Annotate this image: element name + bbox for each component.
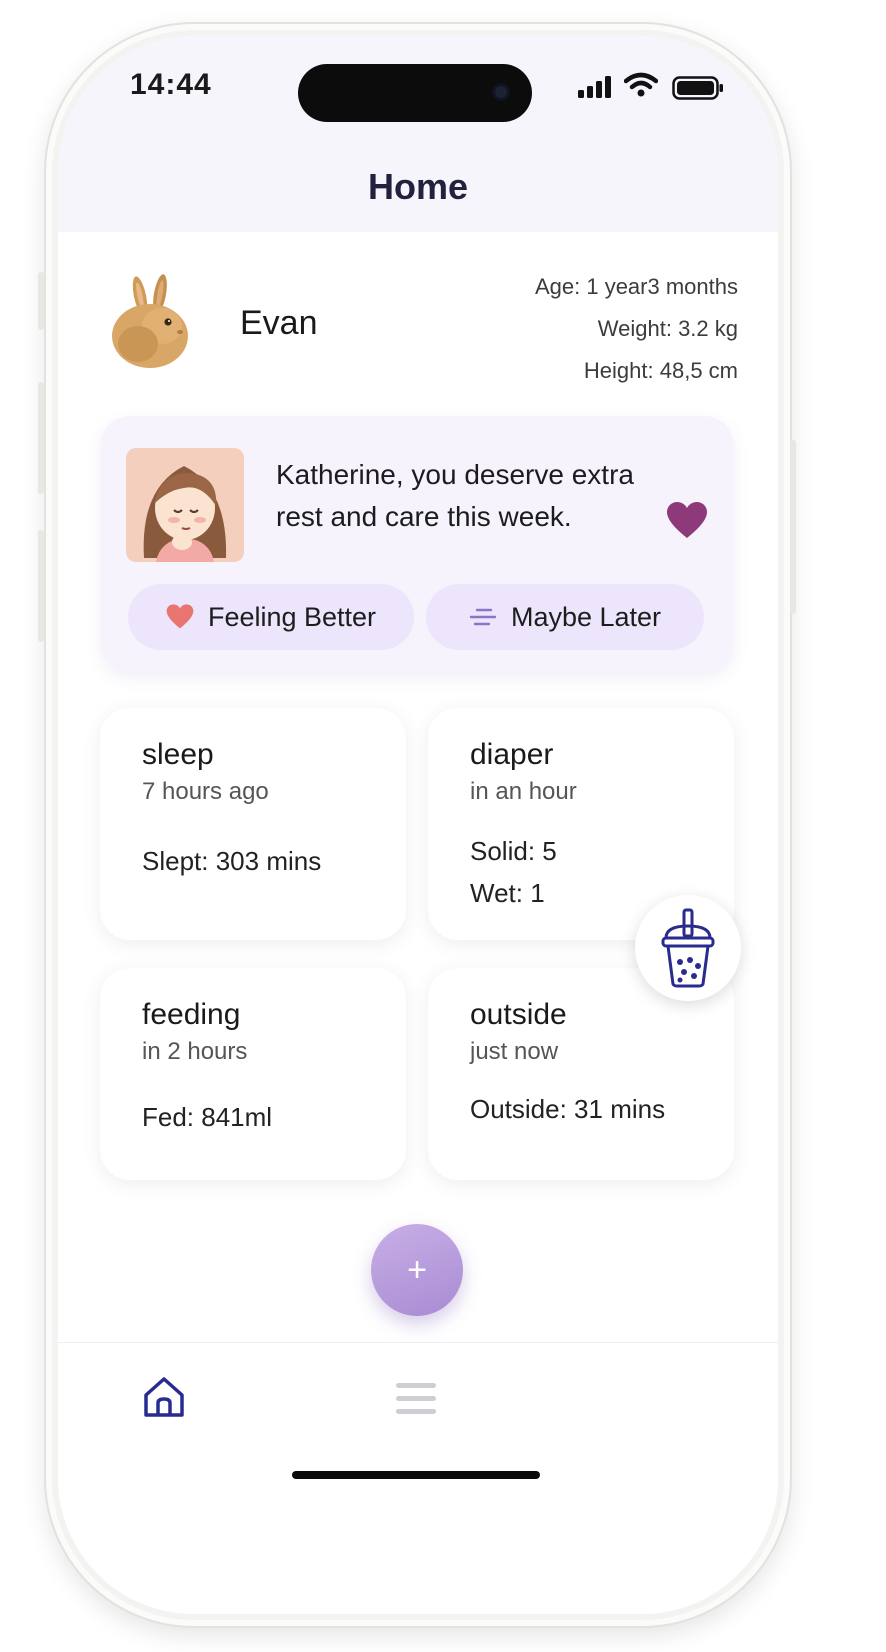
status-time: 14:44 (130, 68, 212, 101)
feeding-tile[interactable]: feeding in 2 hours Fed: 841ml (100, 968, 406, 1180)
tile-value: Solid: 5 (470, 836, 557, 866)
add-button[interactable]: + (371, 1224, 463, 1316)
power-button (790, 440, 796, 614)
maybe-later-button[interactable]: Maybe Later (426, 584, 704, 650)
sleep-tile[interactable]: sleep 7 hours ago Slept: 303 mins (100, 708, 406, 940)
feeling-better-button[interactable]: Feeling Better (128, 584, 414, 650)
feeling-better-label: Feeling Better (207, 601, 377, 632)
volume-down-button (38, 530, 44, 642)
mother-avatar-icon (126, 448, 244, 562)
tile-subtitle: 7 hours ago (142, 778, 269, 805)
bubble-tea-button[interactable] (635, 895, 741, 1001)
tile-value: Slept: 303 mins (142, 846, 322, 876)
bubble-tea-icon (661, 908, 715, 988)
heart-icon[interactable] (666, 502, 708, 540)
wind-lines-icon (469, 608, 497, 626)
plus-icon: + (407, 1250, 427, 1289)
tab-bar (58, 1342, 778, 1614)
cellular-signal-icon (578, 76, 611, 98)
care-message-text: Katherine, you deserve extra rest and ca… (276, 459, 634, 532)
page-title: Home (367, 166, 469, 207)
volume-up-button (38, 382, 44, 494)
tile-subtitle: in an hour (470, 778, 577, 805)
tile-value: Fed: 841ml (142, 1102, 273, 1132)
child-weight: Weight: 3.2 kg (597, 316, 738, 341)
tile-subtitle: in 2 hours (142, 1038, 248, 1065)
battery-icon (672, 76, 723, 100)
child-name: Evan (240, 304, 318, 342)
mute-switch (38, 272, 44, 330)
bunny-avatar-icon[interactable] (110, 274, 198, 370)
tile-value: Outside: 31 mins (470, 1094, 666, 1124)
maybe-later-label: Maybe Later (510, 601, 662, 632)
tile-title: sleep (142, 738, 214, 771)
screen: 14:44 Home Evan Age: 1 year3 months Weig… (58, 36, 778, 1614)
menu-icon[interactable] (394, 1381, 438, 1417)
tile-value: Wet: 1 (470, 878, 545, 908)
home-indicator[interactable] (292, 1471, 540, 1479)
heart-icon (166, 604, 194, 629)
tile-subtitle: just now (470, 1038, 559, 1065)
care-message-card: Katherine, you deserve extra rest and ca… (100, 416, 734, 672)
tile-title: feeding (142, 998, 241, 1031)
dynamic-island (298, 64, 532, 122)
home-icon[interactable] (142, 1375, 186, 1419)
wifi-icon (624, 72, 658, 97)
tile-title: diaper (470, 738, 554, 771)
child-height: Height: 48,5 cm (583, 358, 738, 383)
front-camera (492, 83, 510, 101)
tile-title: outside (470, 998, 567, 1031)
child-age: Age: 1 year3 months (534, 274, 738, 299)
